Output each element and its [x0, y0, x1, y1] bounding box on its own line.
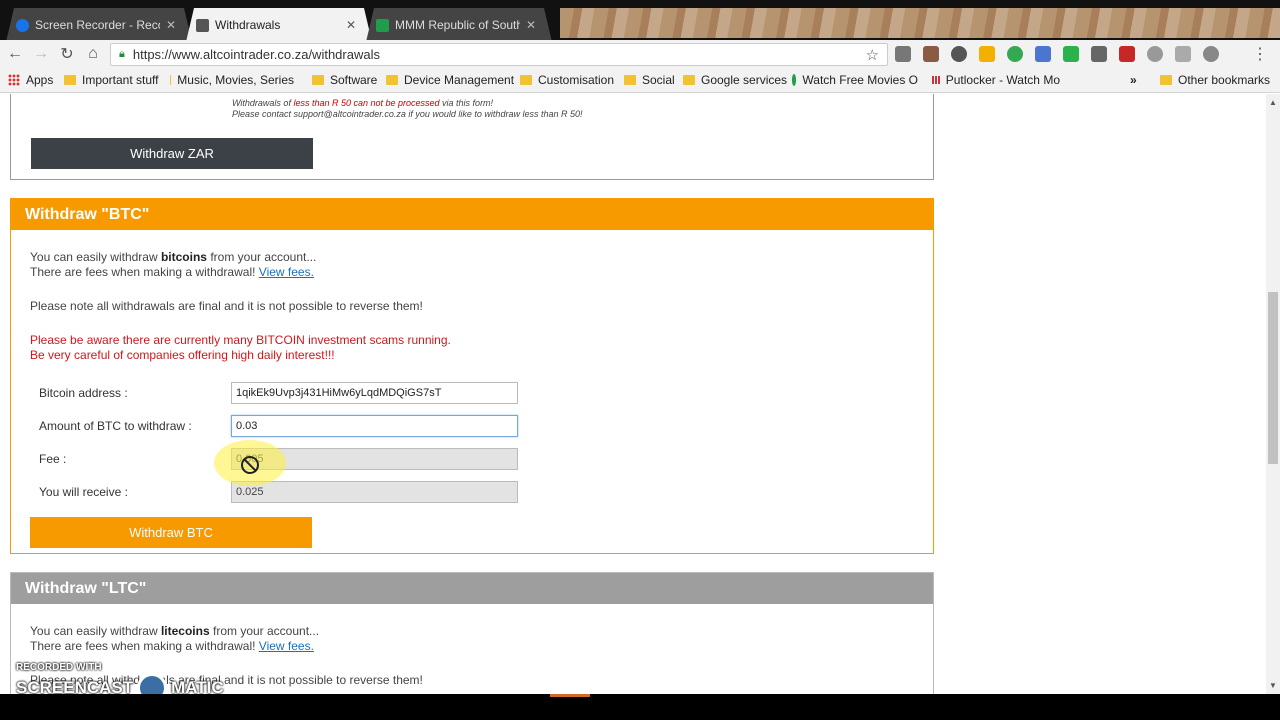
altcointrader-favicon-icon	[196, 19, 209, 32]
lock-icon: 🔒︎	[119, 48, 125, 60]
folder-icon	[624, 75, 636, 85]
bookmark-important-stuff[interactable]: Important stuff	[64, 73, 158, 87]
extension-icon[interactable]	[1091, 46, 1107, 62]
recorder-bottom-bar	[0, 694, 1280, 720]
view-fees-link[interactable]: View fees.	[259, 265, 314, 279]
bitcoin-address-label: Bitcoin address :	[39, 386, 128, 400]
btc-final-note: Please note all withdrawals are final an…	[30, 299, 423, 313]
withdraw-btc-button[interactable]: Withdraw BTC	[30, 517, 312, 548]
bookmark-music-movies[interactable]: Music, Movies, Series	[170, 73, 294, 87]
withdraw-zar-button[interactable]: Withdraw ZAR	[31, 138, 313, 169]
extension-icon[interactable]	[895, 46, 911, 62]
scroll-down-arrow-icon[interactable]: ▼	[1269, 681, 1277, 690]
browser-menu-icon[interactable]: ⋮	[1252, 44, 1268, 64]
tab-screen-recorder[interactable]: Screen Recorder - Record ✕	[6, 8, 192, 42]
bookmark-watch-free-movies[interactable]: Watch Free Movies O	[792, 73, 918, 87]
bookmark-putlocker[interactable]: Putlocker - Watch Mo	[932, 73, 1060, 87]
close-icon[interactable]: ✕	[166, 18, 176, 32]
bookmark-social[interactable]: Social	[624, 73, 675, 87]
extension-icon[interactable]	[1203, 46, 1219, 62]
withdraw-zar-panel: Withdrawals of less than R 50 can not be…	[10, 94, 934, 180]
extension-icon[interactable]	[1147, 46, 1163, 62]
bookmarks-bar: Apps Important stuff Music, Movies, Seri…	[0, 68, 1280, 93]
bookmark-apps[interactable]: Apps	[8, 73, 53, 87]
btc-fee-label: Fee :	[39, 452, 67, 466]
btc-amount-input[interactable]	[231, 415, 518, 437]
apps-grid-icon	[8, 74, 20, 86]
close-icon[interactable]: ✕	[526, 18, 536, 32]
folder-icon	[386, 75, 398, 85]
reload-icon[interactable]: ↻	[54, 41, 80, 67]
extension-icon[interactable]	[979, 46, 995, 62]
recording-progress-indicator	[550, 694, 590, 697]
extension-icon[interactable]	[951, 46, 967, 62]
url-text: https://www.altcointrader.co.za/withdraw…	[132, 47, 380, 62]
folder-icon	[683, 75, 695, 85]
scrollbar-thumb[interactable]	[1268, 292, 1278, 464]
btc-receive-field	[231, 481, 518, 503]
bookmark-google-services[interactable]: Google services	[683, 73, 787, 87]
extension-icons	[895, 46, 1219, 62]
page-scrollbar[interactable]: ▲ ▼	[1266, 94, 1280, 694]
scroll-up-arrow-icon[interactable]: ▲	[1269, 98, 1277, 107]
folder-icon	[64, 75, 76, 85]
withdraw-btc-panel: Withdraw "BTC" You can easily withdraw b…	[10, 198, 934, 554]
extension-icon[interactable]	[1007, 46, 1023, 62]
bookmark-customisation[interactable]: Customisation	[520, 73, 614, 87]
bookmark-device-management[interactable]: Device Management	[386, 73, 514, 87]
bookmark-star-icon[interactable]: ☆	[866, 46, 879, 64]
extension-icon[interactable]	[1175, 46, 1191, 62]
tabstrip-wallpaper	[560, 8, 1280, 38]
play-icon	[792, 74, 797, 86]
browser-toolbar: ← → ↻ ⌂ 🔒︎ https://www.altcointrader.co.…	[0, 40, 1280, 68]
folder-icon	[1160, 75, 1172, 85]
close-icon[interactable]: ✕	[346, 18, 356, 32]
home-icon[interactable]: ⌂	[80, 41, 106, 67]
extension-icon[interactable]	[923, 46, 939, 62]
forward-arrow-icon[interactable]: →	[28, 41, 54, 67]
btc-scam-warning: Please be aware there are currently many…	[30, 333, 451, 362]
ltc-intro: You can easily withdraw litecoins from y…	[30, 624, 320, 653]
bitcoin-address-input[interactable]	[231, 382, 518, 404]
zar-minimum-note: Withdrawals of less than R 50 can not be…	[232, 98, 583, 119]
tab-mmm[interactable]: MMM Republic of South ✕	[366, 8, 552, 42]
folder-icon	[520, 75, 532, 85]
extension-icon[interactable]	[1063, 46, 1079, 62]
btc-intro: You can easily withdraw bitcoins from yo…	[30, 250, 317, 279]
btc-amount-label: Amount of BTC to withdraw :	[39, 419, 192, 433]
tab-strip: Screen Recorder - Record ✕ Withdrawals ✕…	[0, 0, 1280, 42]
bookmarks-overflow-chevron-icon[interactable]: »	[1130, 73, 1137, 87]
withdraw-ltc-title: Withdraw "LTC"	[11, 573, 933, 604]
withdraw-btc-title: Withdraw "BTC"	[11, 199, 933, 230]
folder-icon	[312, 75, 324, 85]
page-content: Withdrawals of less than R 50 can not be…	[0, 94, 1266, 694]
extension-icon[interactable]	[1119, 46, 1135, 62]
address-bar[interactable]: 🔒︎ https://www.altcointrader.co.za/withd…	[110, 43, 888, 66]
putlocker-icon	[932, 76, 940, 84]
back-arrow-icon[interactable]: ←	[2, 41, 28, 67]
bookmark-software[interactable]: Software	[312, 73, 377, 87]
view-fees-link[interactable]: View fees.	[259, 639, 314, 653]
folder-icon	[170, 75, 172, 85]
extension-icon[interactable]	[1035, 46, 1051, 62]
mmm-favicon-icon	[376, 19, 389, 32]
bookmark-other-bookmarks[interactable]: Other bookmarks	[1160, 73, 1270, 87]
not-allowed-cursor-icon	[241, 456, 259, 474]
screen-recorder-favicon-icon	[16, 19, 29, 32]
tab-withdrawals[interactable]: Withdrawals ✕	[186, 8, 372, 42]
btc-receive-label: You will receive :	[39, 485, 128, 499]
